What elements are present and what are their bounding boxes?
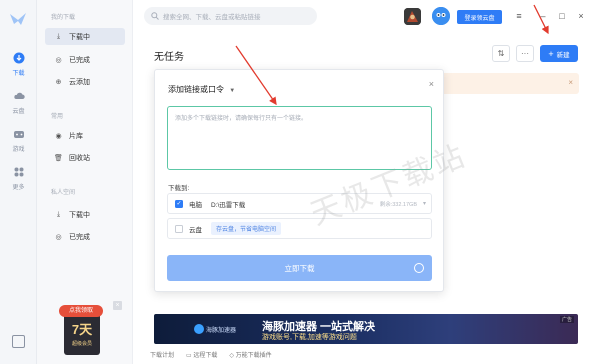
search-input[interactable]: 搜索全网、下载、云盘或粘贴链接	[144, 7, 317, 25]
dialog-title-text: 添加链接或口令	[168, 85, 224, 94]
target-local-row[interactable]: ✓ 电脑 D:\迅雷下载 剩余:332.17GB ▾	[167, 193, 432, 214]
page-title: 无任务	[154, 52, 184, 63]
download-icon: ⤓	[56, 32, 61, 40]
grid-icon	[14, 167, 23, 177]
download-circle-icon	[13, 52, 24, 64]
menu-icon[interactable]: ≡	[514, 10, 524, 22]
film-icon: ◉	[55, 132, 62, 140]
rail-item-download[interactable]: 下载	[0, 52, 37, 77]
vip-promo[interactable]: 点我领取 7天 超级会员	[59, 305, 103, 357]
cloud-add-icon: ⊕	[55, 78, 62, 86]
chevron-down-icon[interactable]: ▾	[423, 200, 426, 207]
sidebar-section-title: 我的下载	[51, 15, 76, 21]
sort-icon[interactable]: ⇅	[492, 45, 510, 62]
maximize-icon[interactable]: □	[557, 10, 567, 22]
sidebar-item-label: 片库	[69, 132, 83, 140]
sidebar-item-label: 已完成	[69, 233, 90, 241]
ad-logo-text: 海豚加速器	[206, 328, 237, 334]
rail-label: 更多	[12, 185, 25, 191]
checkbox-checked-icon[interactable]: ✓	[175, 199, 183, 208]
notice-bar: ×	[430, 73, 579, 94]
clock-icon	[414, 263, 424, 273]
rail-label: 下载	[12, 71, 25, 77]
trash-icon: 🗑	[54, 154, 63, 162]
plus-icon: +	[548, 48, 554, 59]
footer-link-plan[interactable]: 下载计划	[150, 350, 174, 359]
free-space: 剩余:332.17GB	[379, 201, 417, 208]
sidebar-item-label: 云添加	[69, 78, 90, 86]
check-circle-icon: ◎	[55, 56, 62, 64]
notice-close-icon[interactable]: ×	[568, 78, 573, 87]
sidebar-item-private-completed[interactable]: ◎ 已完成	[45, 228, 125, 245]
sidebar-item-label: 已完成	[69, 56, 90, 64]
sidebar-section-title: 私人空间	[51, 190, 76, 196]
target-path: D:\迅雷下载	[211, 201, 246, 209]
checkbox-unchecked-icon[interactable]	[175, 224, 183, 233]
sidebar-item-label: 回收站	[69, 154, 90, 162]
target-name: 云盘	[189, 226, 202, 234]
sidebar-item-label: 下载中	[69, 33, 90, 41]
download-to-label: 下载到:	[168, 185, 190, 192]
rail-item-game[interactable]: 游戏	[0, 128, 37, 153]
dialog-title[interactable]: 添加链接或口令 ▼	[168, 84, 235, 95]
new-button-label: 新建	[556, 51, 570, 59]
feedback-icon[interactable]	[12, 335, 25, 348]
ad-label: 广告	[559, 316, 574, 323]
close-icon[interactable]: ×	[576, 10, 586, 22]
login-cloud-button[interactable]: 登录领云盘	[457, 10, 502, 24]
search-placeholder: 搜索全网、下载、云盘或粘贴链接	[163, 14, 261, 21]
footer-link-label: 远程下载	[193, 353, 218, 359]
rail-label: 云盘	[12, 109, 25, 115]
check-circle-icon: ◎	[55, 233, 62, 241]
sidebar-item-library[interactable]: ◉ 片库	[45, 127, 125, 144]
left-rail: 下载 云盘 游戏 更多	[0, 0, 37, 364]
ad-subline: 游戏账号,下载,加速等游戏问题	[262, 334, 357, 341]
add-link-dialog: 添加链接或口令 ▼ × 添加多个下载链接时，请确保每行只有一个链接。 下载到: …	[154, 69, 444, 292]
dialog-close-icon[interactable]: ×	[429, 79, 434, 89]
rail-label: 游戏	[12, 147, 25, 153]
new-task-button[interactable]: + 新建	[540, 45, 578, 62]
gamepad-icon	[13, 131, 24, 138]
promo-tag: 点我领取	[59, 305, 103, 317]
footer-link-label: 万能下载插件	[235, 353, 272, 359]
app-logo-icon	[10, 13, 26, 25]
target-cloud-row[interactable]: 云盘 存云盘，节省电脑空间	[167, 218, 432, 239]
rail-item-more[interactable]: 更多	[0, 166, 37, 191]
game-app-icon[interactable]	[404, 8, 421, 25]
sidebar-item-label: 下载中	[69, 211, 90, 219]
download-now-label: 立即下载	[284, 263, 315, 273]
more-options-icon[interactable]: ···	[516, 45, 534, 62]
ad-banner[interactable]: 海豚加速器 海豚加速器 一站式解决 游戏账号,下载,加速等游戏问题 广告	[154, 314, 578, 344]
avatar[interactable]	[432, 7, 450, 25]
download-icon: ⤓	[56, 210, 61, 218]
footer-links: 下载计划 ▭ 远程下载 ◇ 万能下载插件	[150, 350, 272, 359]
search-icon	[151, 12, 159, 20]
link-textarea[interactable]: 添加多个下载链接时，请确保每行只有一个链接。	[167, 106, 432, 170]
download-now-button[interactable]: 立即下载	[167, 255, 432, 281]
dolphin-logo-icon	[194, 324, 204, 334]
promo-close-icon[interactable]: ×	[113, 301, 122, 310]
minimize-icon[interactable]: –	[538, 10, 548, 22]
promo-days: 7天	[71, 322, 93, 337]
sidebar-item-private-downloading[interactable]: ⤓ 下载中	[45, 206, 125, 223]
target-name: 电脑	[189, 201, 202, 209]
cloud-icon	[13, 92, 25, 99]
sidebar-item-downloading[interactable]: ⤓ 下载中	[45, 28, 125, 45]
sidebar-item-trash[interactable]: 🗑 回收站	[45, 149, 125, 166]
sidebar-item-completed[interactable]: ◎ 已完成	[45, 51, 125, 68]
rail-item-cloud[interactable]: 云盘	[0, 90, 37, 115]
promo-vip: 超级会员	[71, 341, 92, 347]
footer-link-remote[interactable]: ▭ 远程下载	[186, 350, 217, 359]
footer-link-plugin[interactable]: ◇ 万能下载插件	[229, 350, 271, 359]
cloud-tag: 存云盘，节省电脑空间	[211, 222, 282, 235]
sidebar-item-cloud-add[interactable]: ⊕ 云添加	[45, 73, 125, 90]
sidebar-section-title: 常用	[51, 114, 64, 120]
chevron-down-icon: ▼	[229, 88, 236, 94]
